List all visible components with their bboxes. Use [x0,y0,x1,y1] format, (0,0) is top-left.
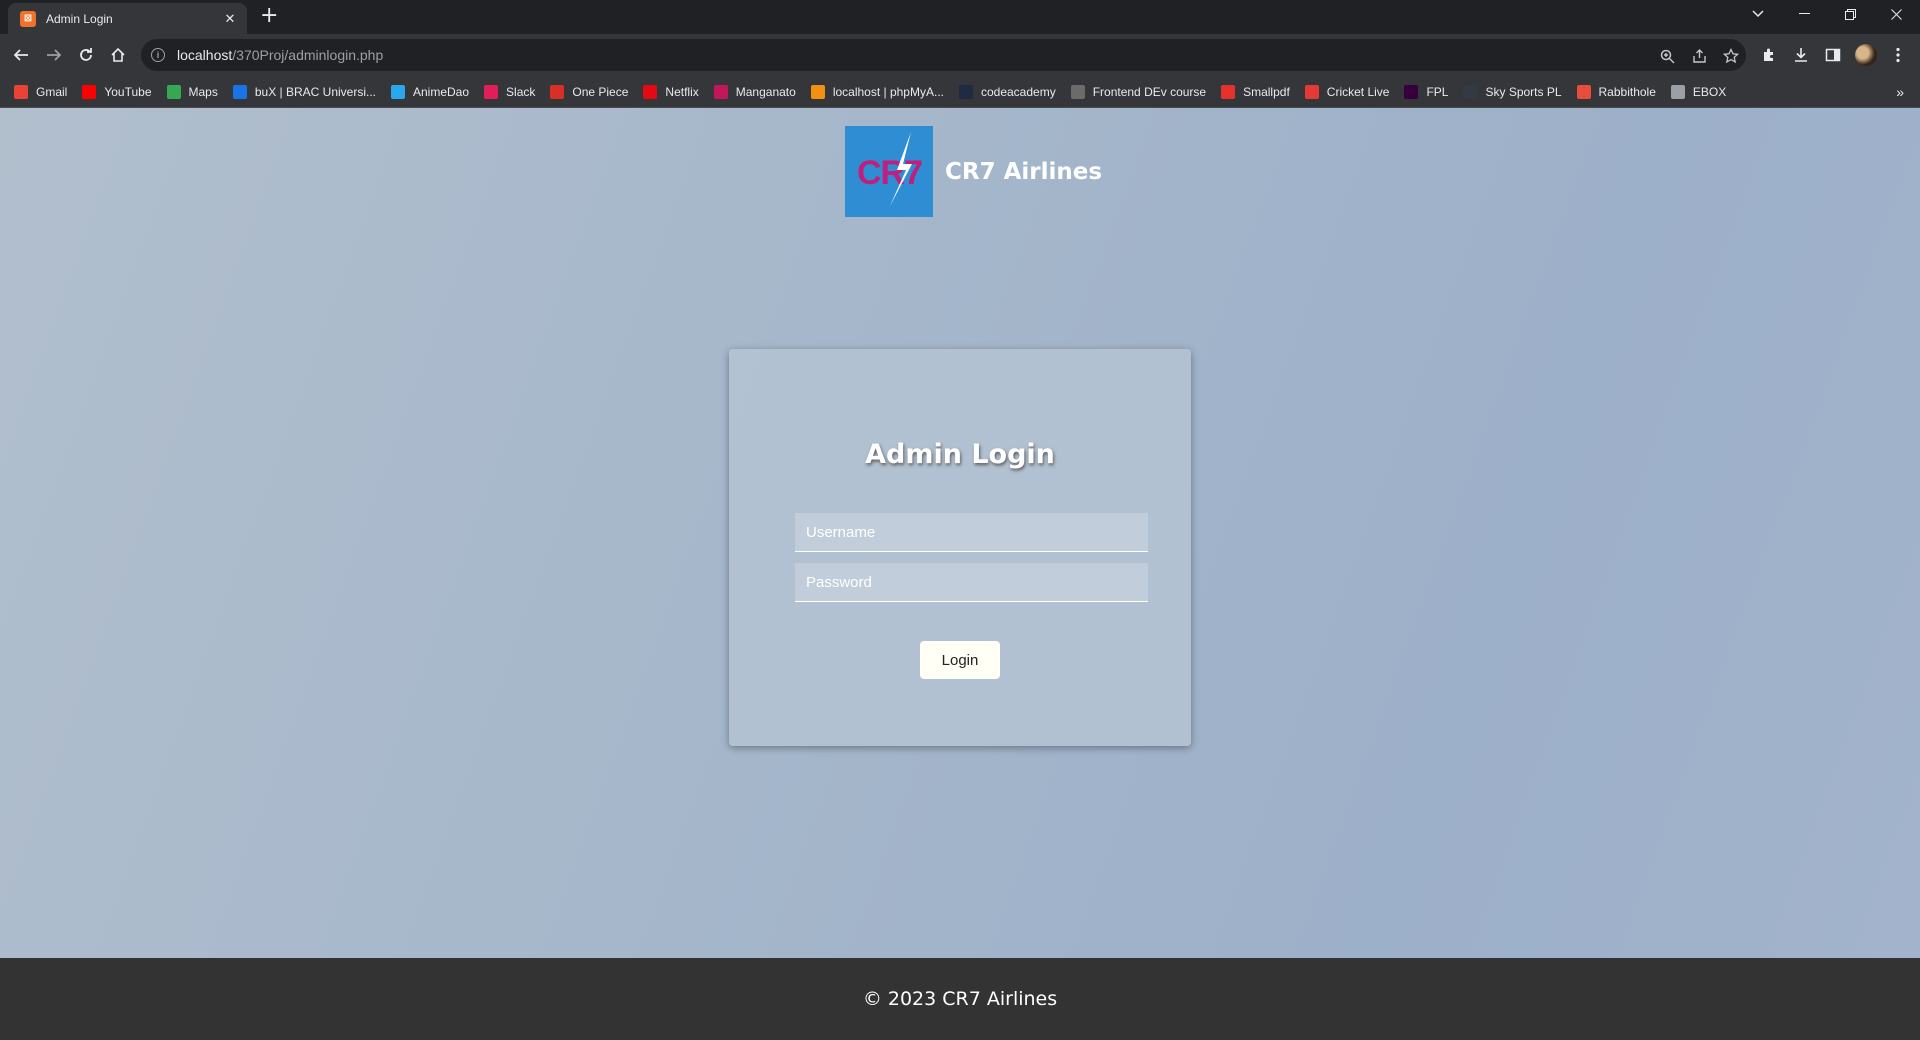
extensions-icon[interactable] [1760,46,1778,64]
url-host: localhost [177,47,233,63]
bookmark-item[interactable]: AnimeDao [391,84,470,99]
bookmark-favicon-icon [14,84,28,99]
new-tab-icon[interactable]: + [260,5,278,27]
bookmark-item[interactable]: codeacademy [958,84,1056,99]
bookmark-favicon-icon [1070,84,1085,99]
footer-copyright: © 2023 CR7 Airlines [862,988,1058,1010]
bookmark-label: localhost | phpMyA... [832,84,944,99]
profile-avatar[interactable] [1855,44,1877,66]
bookmark-item[interactable]: Maps [166,84,218,99]
share-icon[interactable] [1690,47,1708,65]
bookmark-label: Frontend DEv course [1092,84,1207,99]
tab-close-icon[interactable]: ✕ [222,11,238,27]
minimize-icon[interactable] [1781,0,1827,28]
reload-icon[interactable] [75,44,97,66]
bookmark-favicon-icon [484,84,499,99]
bookmark-label: Smallpdf [1243,84,1290,99]
bookmark-label: One Piece [572,84,629,99]
login-title: Admin Login [865,439,1055,470]
bookmark-item[interactable]: Sky Sports PL [1463,84,1562,99]
bookmark-favicon-icon [166,84,181,99]
bookmark-item[interactable]: Netflix [643,84,699,99]
tab-title: Admin Login [46,11,113,26]
bookmark-favicon-icon [1576,84,1591,99]
bookmark-item[interactable]: EBOX [1670,84,1727,99]
menu-kebab-icon[interactable] [1889,46,1907,64]
bookmark-favicon-icon [550,84,565,99]
bookmark-item[interactable]: buX | BRAC Universi... [232,84,376,99]
bookmark-item[interactable]: Rabbithole [1576,84,1656,99]
bookmark-item[interactable]: Slack [484,84,536,99]
forward-icon[interactable] [43,44,65,66]
page-footer: © 2023 CR7 Airlines [0,958,1920,1040]
browser-toolbar: i localhost/370Proj/adminlogin.php [0,34,1920,76]
bookmark-label: buX | BRAC Universi... [254,84,376,99]
bookmark-star-icon[interactable] [1722,47,1740,65]
brand-header: CR7 CR7 Airlines [845,126,1102,217]
bookmark-favicon-icon [1404,84,1419,99]
bookmark-favicon-icon [1670,84,1685,99]
more-bookmarks-icon[interactable]: » [1896,84,1904,100]
bookmark-item[interactable]: Cricket Live [1304,84,1390,99]
bookmark-label: Sky Sports PL [1485,84,1562,99]
bookmark-item[interactable]: Gmail [14,84,68,99]
download-icon[interactable] [1792,46,1810,64]
cr7-logo: CR7 [845,126,933,217]
bookmark-favicon-icon [391,84,405,99]
close-window-icon[interactable] [1873,0,1919,28]
zoom-icon[interactable] [1658,47,1676,65]
bookmark-favicon-icon [1221,84,1236,99]
bookmark-item[interactable]: YouTube [82,84,152,99]
bookmark-item[interactable]: Manganato [713,84,796,99]
bookmark-label: Slack [506,84,536,99]
tab-strip: ⊠ Admin Login ✕ + [0,0,1920,34]
bookmark-item[interactable]: Smallpdf [1221,84,1290,99]
url-path: /370Proj/adminlogin.php [232,47,384,63]
restore-icon[interactable] [1827,0,1873,28]
brand-name: CR7 Airlines [945,158,1103,185]
bookmark-favicon-icon [713,84,728,99]
bookmark-favicon-icon [643,84,658,99]
browser-tab[interactable]: ⊠ Admin Login ✕ [8,3,247,34]
bookmark-label: Netflix [665,84,699,99]
password-input[interactable] [795,563,1148,602]
bookmark-label: Maps [188,84,218,99]
username-input[interactable] [795,513,1148,552]
home-icon[interactable] [107,44,129,66]
login-button[interactable]: Login [920,641,1000,679]
tab-search-icon[interactable] [1735,0,1781,28]
back-icon[interactable] [10,44,32,66]
bookmark-item[interactable]: FPL [1404,84,1449,99]
xampp-favicon-icon: ⊠ [20,10,36,27]
login-card: Admin Login Login [729,349,1191,746]
bookmark-label: Gmail [36,84,68,99]
logo-bolt-icon [890,132,912,206]
bookmark-label: Cricket Live [1326,84,1390,99]
bookmark-label: YouTube [104,84,152,99]
page-body: CR7 CR7 Airlines Admin Login Login [0,108,1920,958]
bookmark-label: codeacademy [980,84,1056,99]
bookmark-favicon-icon [1463,84,1478,99]
site-info-icon[interactable]: i [151,48,165,62]
bookmark-favicon-icon [232,84,247,99]
bookmark-label: Manganato [735,84,796,99]
bookmark-favicon-icon [810,84,825,99]
bookmark-item[interactable]: One Piece [550,84,629,99]
bookmark-item[interactable]: Frontend DEv course [1070,84,1207,99]
bookmark-label: Rabbithole [1598,84,1656,99]
bookmark-label: FPL [1426,84,1449,99]
bookmarks-bar: Gmail YouTube Maps buX | BRAC Universi..… [0,76,1920,108]
bookmark-label: EBOX [1692,84,1727,99]
bookmark-label: AnimeDao [413,84,470,99]
bookmark-favicon-icon [958,84,973,99]
bookmark-favicon-icon [82,84,97,99]
address-bar[interactable]: i localhost/370Proj/adminlogin.php [141,39,1746,71]
side-panel-icon[interactable] [1824,46,1842,64]
bookmark-favicon-icon [1304,84,1319,99]
bookmark-item[interactable]: localhost | phpMyA... [810,84,944,99]
